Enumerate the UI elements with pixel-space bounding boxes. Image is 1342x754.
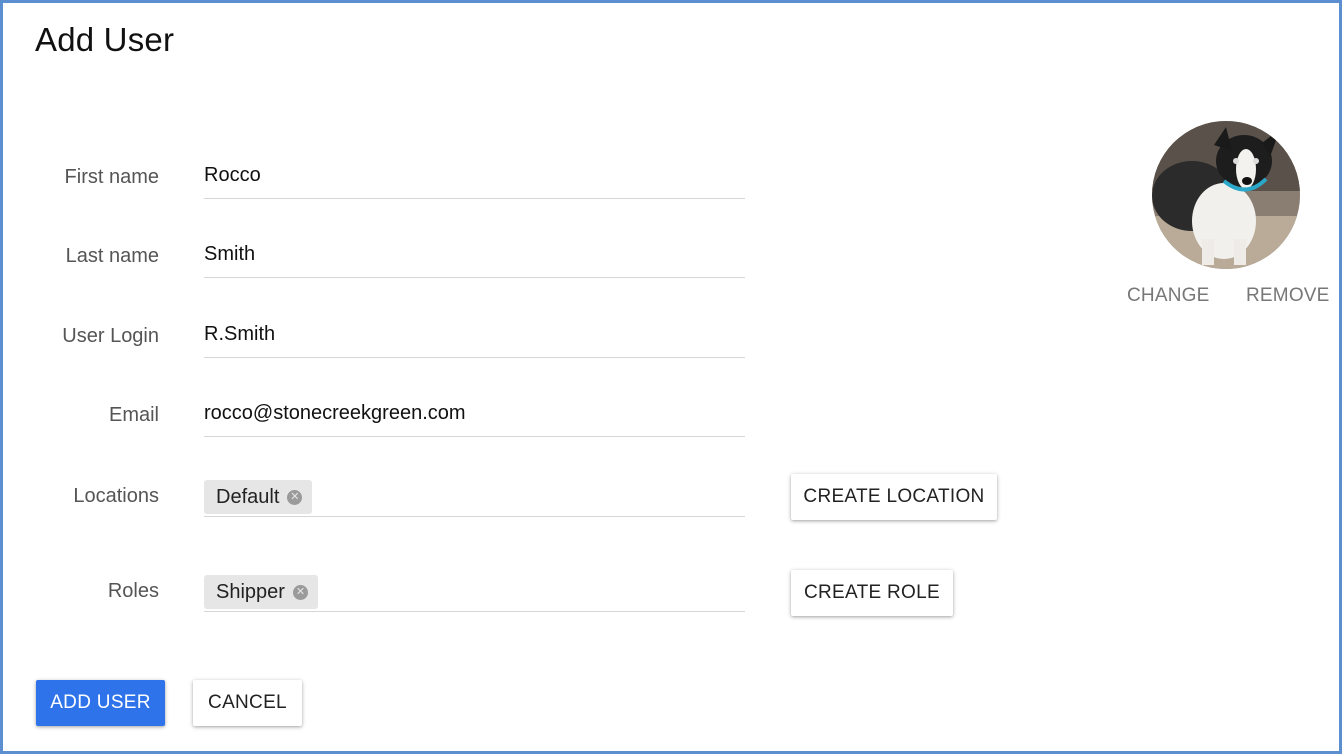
change-photo-button[interactable]: CHANGE <box>1127 285 1210 307</box>
close-circle-icon[interactable]: ✕ <box>292 584 308 600</box>
user-login-label: User Login <box>62 325 159 347</box>
remove-photo-button[interactable]: REMOVE <box>1246 285 1330 307</box>
page-title: Add User <box>35 21 175 58</box>
add-user-button[interactable]: ADD USER <box>36 680 165 726</box>
create-location-button[interactable]: CREATE LOCATION <box>791 474 997 520</box>
locations-field[interactable]: Default ✕ <box>204 480 745 517</box>
close-circle-icon[interactable]: ✕ <box>287 489 303 505</box>
user-login-value: R.Smith <box>204 323 276 345</box>
user-login-row: User Login R.Smith <box>3 317 763 358</box>
first-name-value: Rocco <box>204 164 261 186</box>
email-label: Email <box>108 404 159 426</box>
last-name-value: Smith <box>204 243 256 265</box>
last-name-label: Last name <box>65 245 159 267</box>
locations-label: Locations <box>73 485 159 507</box>
email-row: Email rocco@stonecreekgreen.com <box>3 396 763 437</box>
user-login-field[interactable]: R.Smith <box>204 317 745 358</box>
add-user-dialog: Add User First name Rocco Last name Smit… <box>0 0 1342 754</box>
first-name-label: First name <box>64 166 159 188</box>
location-chip-label: Default <box>216 485 280 508</box>
role-chip-label: Shipper <box>216 580 285 603</box>
email-field[interactable]: rocco@stonecreekgreen.com <box>204 396 745 437</box>
roles-row: Roles Shipper ✕ <box>3 575 763 615</box>
first-name-field[interactable]: Rocco <box>204 158 745 199</box>
email-value: rocco@stonecreekgreen.com <box>204 402 466 424</box>
roles-label: Roles <box>107 580 159 602</box>
dog-photo <box>1152 121 1300 269</box>
last-name-row: Last name Smith <box>3 237 763 278</box>
avatar <box>1152 121 1300 269</box>
location-chip: Default ✕ <box>204 480 313 514</box>
cancel-button[interactable]: CANCEL <box>193 680 302 726</box>
create-role-button[interactable]: CREATE ROLE <box>791 570 953 616</box>
locations-row: Locations Default ✕ <box>3 480 763 520</box>
first-name-row: First name Rocco <box>3 158 763 199</box>
roles-field[interactable]: Shipper ✕ <box>204 575 745 612</box>
role-chip: Shipper ✕ <box>204 575 318 609</box>
last-name-field[interactable]: Smith <box>204 237 745 278</box>
